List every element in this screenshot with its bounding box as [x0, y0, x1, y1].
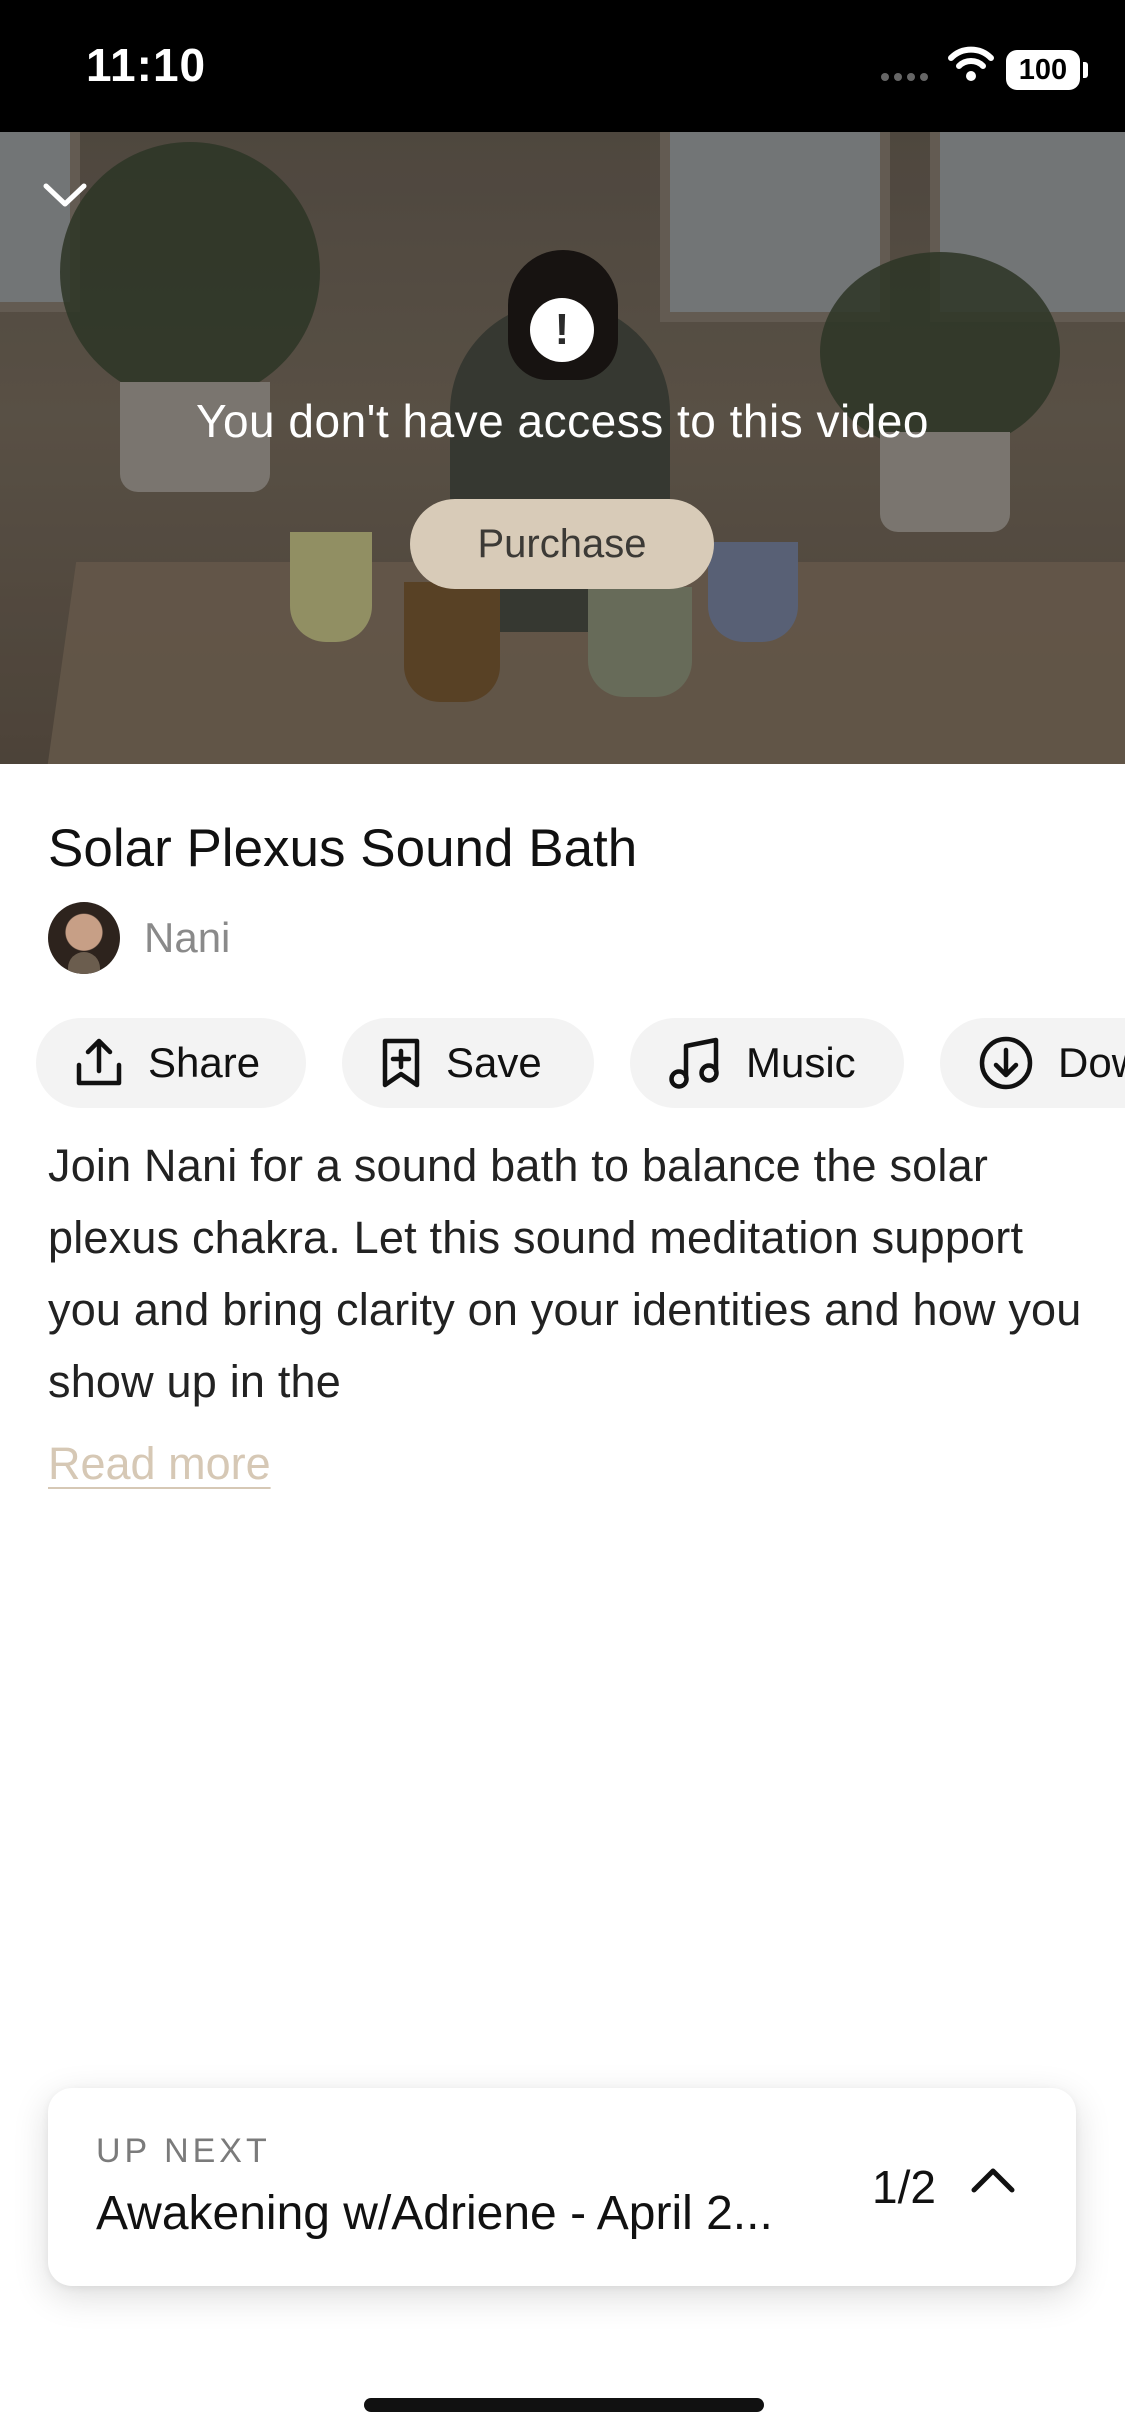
up-next-label: UP NEXT	[96, 2132, 271, 2170]
share-icon	[76, 1038, 122, 1086]
queue-counter: 1/2	[872, 2161, 936, 2213]
music-label: Music	[746, 1039, 856, 1086]
music-button[interactable]: Music	[630, 1018, 904, 1108]
chevron-down-icon[interactable]	[40, 180, 90, 210]
chevron-up-icon[interactable]	[968, 2160, 1018, 2200]
cellular-signal-icon	[881, 73, 928, 81]
video-player[interactable]: ! You don't have access to this video Pu…	[0, 132, 1125, 764]
action-bar[interactable]: Share Save Music Dow	[36, 1018, 1125, 1108]
download-button[interactable]: Dow	[940, 1018, 1125, 1108]
battery-tip	[1083, 62, 1088, 78]
dim-overlay	[0, 132, 1125, 764]
author-name[interactable]: Nani	[144, 914, 230, 962]
video-description: Join Nani for a sound bath to balance th…	[48, 1140, 1082, 1407]
bookmark-plus-icon	[382, 1038, 420, 1088]
access-message: You don't have access to this video	[196, 395, 929, 447]
battery-indicator: 100	[1006, 50, 1080, 90]
save-label: Save	[446, 1039, 542, 1086]
share-button[interactable]: Share	[36, 1018, 306, 1108]
wifi-icon	[948, 46, 994, 81]
avatar[interactable]	[48, 902, 120, 974]
save-button[interactable]: Save	[342, 1018, 594, 1108]
clock: 11:10	[86, 39, 207, 91]
up-next-title: Awakening w/Adriene - April 2...	[96, 2187, 773, 2240]
video-title: Solar Plexus Sound Bath	[48, 819, 638, 878]
read-more-link[interactable]: Read more	[48, 1438, 271, 1490]
share-label: Share	[148, 1039, 261, 1086]
download-icon	[979, 1036, 1033, 1090]
download-label: Dow	[1058, 1039, 1125, 1086]
music-note-icon	[669, 1037, 719, 1089]
alert-icon: !	[530, 298, 594, 362]
status-bar: 11:10 100	[0, 0, 1125, 132]
home-indicator[interactable]	[364, 2398, 764, 2412]
purchase-button[interactable]: Purchase	[410, 499, 714, 589]
up-next-card[interactable]: UP NEXT Awakening w/Adriene - April 2...…	[48, 2088, 1076, 2286]
